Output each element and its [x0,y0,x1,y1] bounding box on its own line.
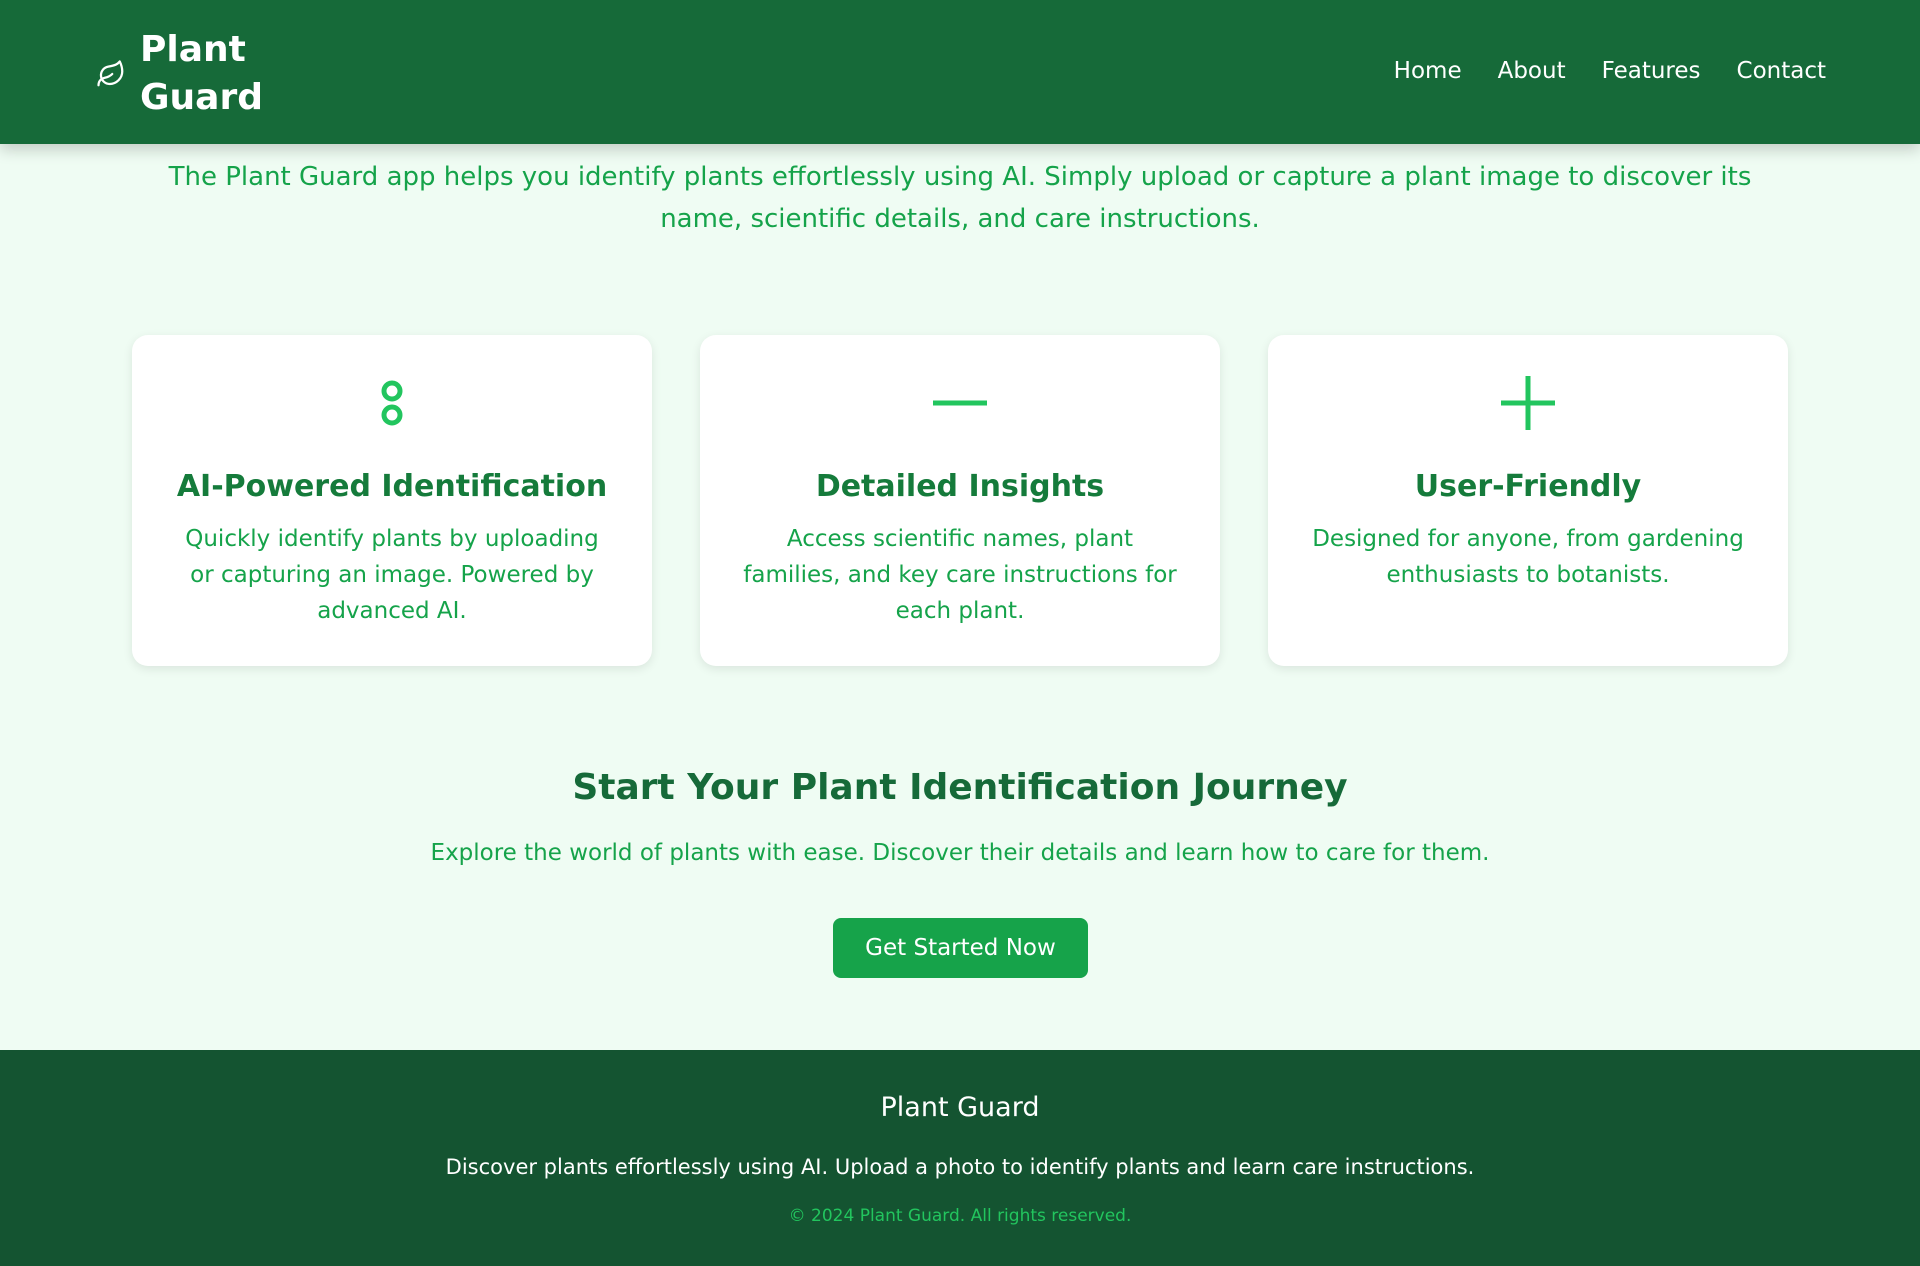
leaf-icon [97,60,124,87]
minus-icon [933,400,987,406]
feature-text: Access scientific names, plant families,… [743,526,1177,624]
feature-title: User-Friendly [1414,469,1642,504]
site-footer: Plant Guard Discover plants effortlessly… [0,1050,1920,1266]
intro-text: The Plant Guard app helps you identify p… [168,162,1752,234]
brand-name: Plant Guard [140,29,263,118]
brand[interactable]: Plant Guard [96,26,263,122]
feature-text: Designed for anyone, from gardening enth… [1312,526,1744,588]
plus-icon [1501,376,1555,430]
nav-link-home[interactable]: Home [1394,56,1462,86]
site-header: Plant Guard Home About Features Contact [0,0,1920,144]
nav-link-features[interactable]: Features [1602,56,1701,86]
cta-text: Explore the world of plants with ease. D… [430,840,1490,866]
feature-card-user-friendly: User-Friendly Designed for anyone, from … [1268,335,1788,666]
feature-title: AI-Powered Identification [176,469,608,504]
nav-link-contact[interactable]: Contact [1737,56,1826,86]
two-rings-icon [381,380,403,426]
feature-text: Quickly identify plants by uploading or … [185,526,599,624]
cta-title: Start Your Plant Identification Journey [572,767,1348,808]
main-nav: Home About Features Contact [1394,56,1826,86]
nav-link-about[interactable]: About [1498,56,1566,86]
footer-copyright: © 2024 Plant Guard. All rights reserved. [788,1206,1132,1226]
footer-text: Discover plants effortlessly using AI. U… [445,1155,1475,1179]
feature-card-insights: Detailed Insights Access scientific name… [700,335,1220,666]
get-started-button[interactable]: Get Started Now [833,918,1088,978]
footer-title: Plant Guard [880,1092,1040,1123]
features-section: AI-Powered Identification Quickly identi… [132,335,1788,666]
feature-title: Detailed Insights [815,469,1105,504]
feature-card-ai: AI-Powered Identification Quickly identi… [132,335,652,666]
